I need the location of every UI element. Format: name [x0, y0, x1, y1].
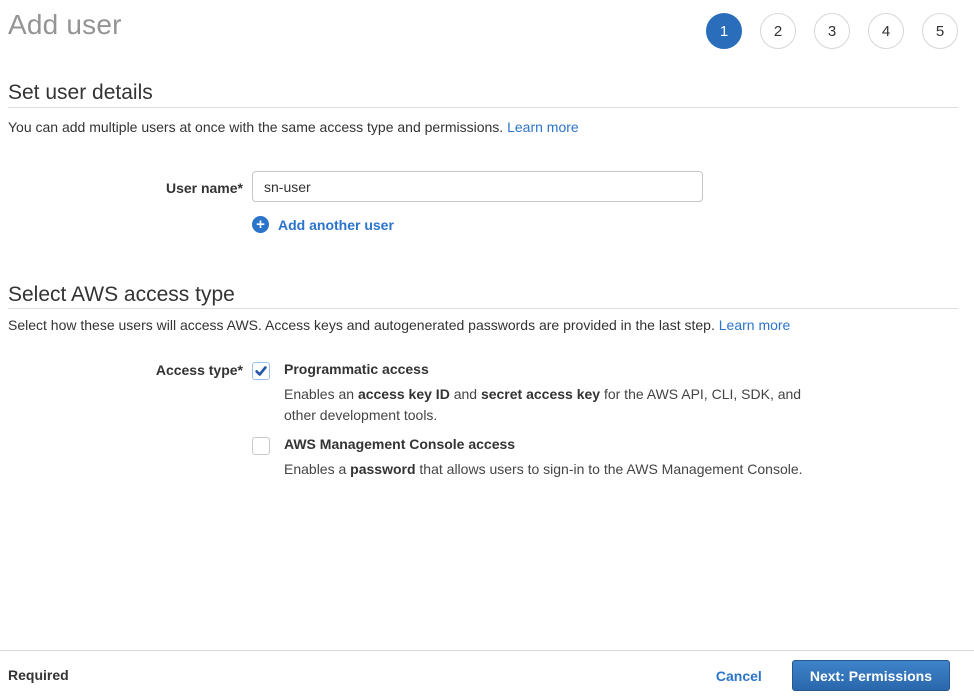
- desc-text: Enables an: [284, 386, 358, 402]
- username-label: User name*: [0, 180, 243, 196]
- cancel-button[interactable]: Cancel: [716, 668, 762, 684]
- console-access-checkbox[interactable]: [252, 437, 270, 455]
- add-user-page: Add user 1 2 3 4 5 Set user details You …: [0, 0, 974, 697]
- access-type-description-text: Select how these users will access AWS. …: [8, 317, 719, 333]
- learn-more-link-access-type[interactable]: Learn more: [719, 317, 791, 333]
- programmatic-access-title[interactable]: Programmatic access: [284, 361, 809, 377]
- step-1-indicator: 1: [706, 13, 742, 49]
- section-divider: [8, 107, 958, 108]
- console-access-body: AWS Management Console access Enables a …: [284, 436, 809, 480]
- step-4-indicator: 4: [868, 13, 904, 49]
- access-type-description: Select how these users will access AWS. …: [8, 317, 790, 333]
- desc-bold: access key ID: [358, 386, 450, 402]
- step-2-indicator: 2: [760, 13, 796, 49]
- access-type-heading: Select AWS access type: [8, 283, 235, 307]
- console-access-title[interactable]: AWS Management Console access: [284, 436, 809, 452]
- learn-more-link-user-details[interactable]: Learn more: [507, 119, 579, 135]
- access-type-label: Access type*: [0, 362, 243, 378]
- plus-circle-icon: +: [252, 216, 269, 233]
- desc-text: and: [450, 386, 481, 402]
- next-permissions-button[interactable]: Next: Permissions: [792, 660, 950, 691]
- console-access-option: AWS Management Console access Enables a …: [252, 436, 809, 480]
- console-access-description: Enables a password that allows users to …: [284, 459, 809, 480]
- add-another-user-button[interactable]: + Add another user: [252, 216, 394, 233]
- step-3-indicator: 3: [814, 13, 850, 49]
- desc-text: Enables a: [284, 461, 350, 477]
- user-details-description: You can add multiple users at once with …: [8, 119, 579, 135]
- programmatic-access-checkbox[interactable]: [252, 362, 270, 380]
- desc-bold: password: [350, 461, 415, 477]
- footer-actions: Cancel Next: Permissions: [716, 660, 950, 691]
- username-input[interactable]: [252, 171, 703, 202]
- desc-bold: secret access key: [481, 386, 600, 402]
- wizard-step-indicator: 1 2 3 4 5: [706, 13, 958, 49]
- section-divider: [8, 308, 958, 309]
- add-another-user-label: Add another user: [278, 217, 394, 233]
- page-title: Add user: [8, 9, 122, 41]
- footer-divider: [0, 650, 974, 651]
- step-5-indicator: 5: [922, 13, 958, 49]
- required-note: Required: [8, 667, 69, 683]
- user-details-description-text: You can add multiple users at once with …: [8, 119, 507, 135]
- programmatic-access-option: Programmatic access Enables an access ke…: [252, 361, 809, 426]
- programmatic-access-body: Programmatic access Enables an access ke…: [284, 361, 809, 426]
- desc-text: that allows users to sign-in to the AWS …: [416, 461, 803, 477]
- set-user-details-heading: Set user details: [8, 81, 153, 105]
- checkmark-icon: [254, 364, 268, 378]
- programmatic-access-description: Enables an access key ID and secret acce…: [284, 384, 809, 426]
